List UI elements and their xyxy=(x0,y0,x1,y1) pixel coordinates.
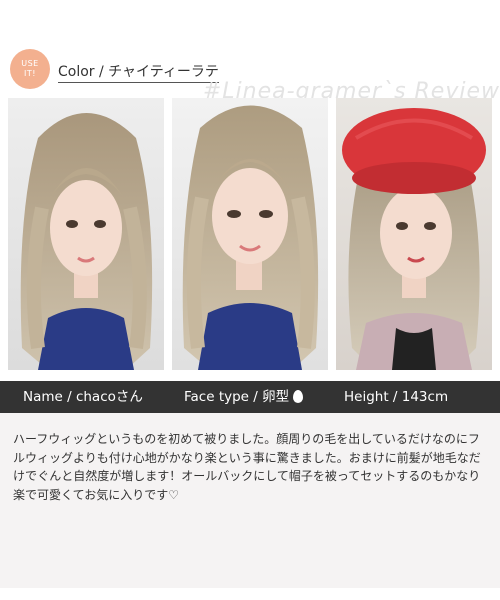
model-photo-1 xyxy=(8,98,164,370)
egg-shape-icon xyxy=(293,390,304,403)
photo-gallery xyxy=(8,98,492,370)
review-section: ハーフウィッグというものを初めて被りました。顔周りの毛を出しているだけなのにフル… xyxy=(0,413,500,588)
model-photo-3 xyxy=(336,98,492,370)
name-label: Name / chacoさん xyxy=(23,389,143,405)
color-title: Color / チャイティーラテ xyxy=(58,61,219,83)
face-type-label: Face type / 卵型 xyxy=(184,381,304,413)
page: USE IT! Color / チャイティーラテ #Linea-gramer`s… xyxy=(0,0,500,600)
height-label: Height / 143cm xyxy=(344,389,449,405)
badge-line1: USE xyxy=(21,59,39,68)
header: USE IT! Color / チャイティーラテ #Linea-gramer`s… xyxy=(0,0,500,104)
model-photo-2 xyxy=(172,98,328,370)
badge-line2: IT! xyxy=(24,69,36,78)
face-type-text: Face type / 卵型 xyxy=(184,389,290,405)
info-bar: Name / chacoさん Face type / 卵型 Height / 1… xyxy=(0,381,500,413)
use-it-badge: USE IT! xyxy=(10,49,50,89)
review-text: ハーフウィッグというものを初めて被りました。顔周りの毛を出しているだけなのにフル… xyxy=(13,432,481,502)
